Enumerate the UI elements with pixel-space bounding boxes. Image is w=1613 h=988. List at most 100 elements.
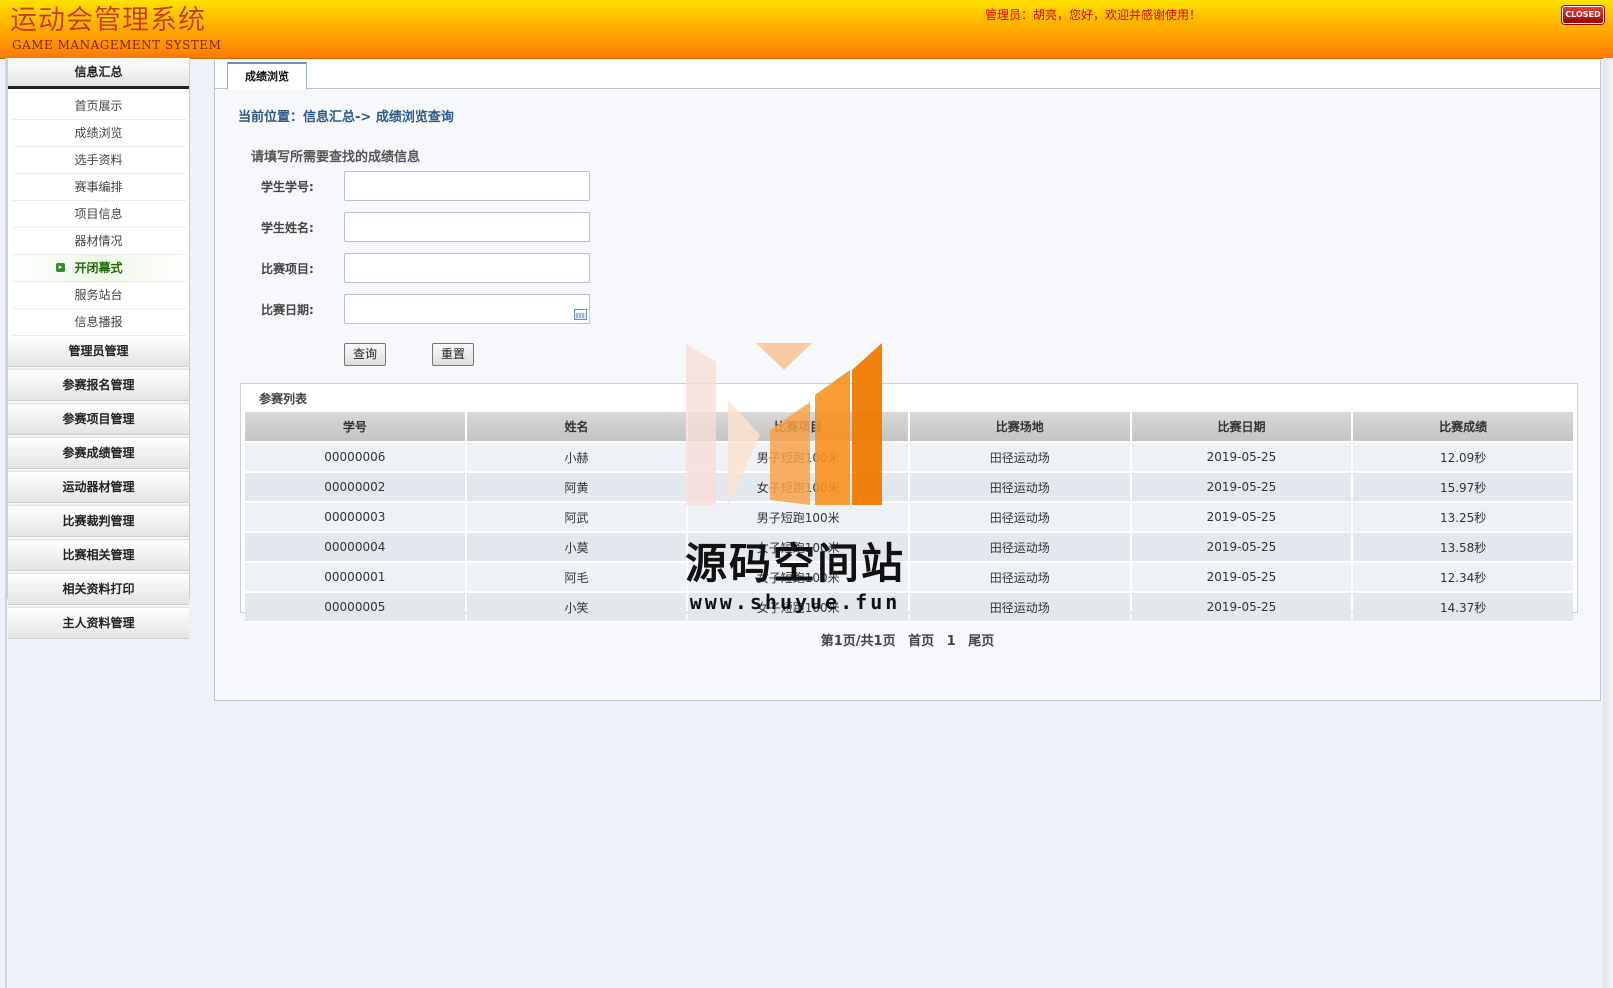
app-subtitle: GAME MANAGEMENT SYSTEM (12, 38, 222, 52)
sidebar-item-list: 首页展示 成绩浏览 选手资料 赛事编排 项目信息 器材情况 ▸ 开闭幕式 服务站… (8, 89, 189, 336)
main-panel: 成绩浏览 当前位置：信息汇总-> 成绩浏览查询 请填写所需要查找的成绩信息 学生… (214, 60, 1601, 701)
table-cell: 13.25秒 (1353, 503, 1573, 533)
sidebar-section-equipment-mgmt[interactable]: 运动器材管理 (8, 472, 189, 503)
table-cell: 女子短跑100米 (688, 533, 908, 563)
sidebar-section-owner-mgmt[interactable]: 主人资料管理 (8, 608, 189, 639)
calendar-icon[interactable] (574, 309, 587, 320)
column-header: 学号 (245, 412, 465, 443)
table-cell: 12.09秒 (1353, 443, 1573, 473)
table-cell: 00000001 (245, 563, 465, 593)
result-list: 参赛列表 学号 姓名 比赛项目 比赛场地 比赛日期 比赛成绩 00000006 … (240, 383, 1578, 623)
table-cell: 女子短跑100米 (688, 473, 908, 503)
column-header: 比赛场地 (909, 412, 1130, 443)
sidebar-section-registration[interactable]: 参赛报名管理 (8, 370, 189, 401)
table-cell: 2019-05-25 (1131, 563, 1352, 593)
page-info: 第1页/共1页 (820, 634, 896, 649)
column-header: 比赛成绩 (1353, 412, 1573, 443)
table-cell: 12.34秒 (1353, 563, 1573, 593)
tab-bar: 成绩浏览 (215, 60, 1600, 90)
table-cell: 小笑 (466, 593, 687, 623)
date-label: 比赛日期: (261, 303, 314, 317)
table-row: 00000004 小莫 女子短跑100米 田径运动场 2019-05-25 13… (245, 533, 1573, 563)
sidebar-item-players[interactable]: 选手资料 (12, 147, 185, 174)
table-cell: 女子短跑100米 (688, 563, 908, 593)
page-number-link[interactable]: 1 (947, 634, 956, 649)
table-cell: 小赫 (466, 443, 687, 473)
tab-score-browse[interactable]: 成绩浏览 (227, 62, 307, 90)
table-cell: 00000003 (245, 503, 465, 533)
table-cell: 2019-05-25 (1131, 473, 1352, 503)
sidebar-item-schedule[interactable]: 赛事编排 (12, 174, 185, 201)
table-cell: 00000004 (245, 533, 465, 563)
sidebar-item-scores[interactable]: 成绩浏览 (12, 120, 185, 147)
result-table: 学号 姓名 比赛项目 比赛场地 比赛日期 比赛成绩 00000006 小赫 男子… (243, 412, 1575, 623)
window-scrollbar[interactable] (1603, 58, 1613, 988)
query-button[interactable]: 查询 (344, 343, 387, 366)
event-label: 比赛项目: (261, 262, 314, 276)
table-cell: 田径运动场 (909, 443, 1130, 473)
welcome-message: 管理员：胡亮，您好，欢迎并感谢使用！ (985, 8, 1202, 22)
column-header: 姓名 (466, 412, 687, 443)
form-title: 请填写所需要查找的成绩信息 (251, 150, 421, 165)
table-row: 00000001 阿毛 女子短跑100米 田径运动场 2019-05-25 12… (245, 563, 1573, 593)
list-title: 参赛列表 (259, 392, 308, 406)
table-cell: 15.97秒 (1353, 473, 1573, 503)
pagination: 第1页/共1页 首页 1 尾页 (215, 630, 1600, 649)
table-cell: 小莫 (466, 533, 687, 563)
table-cell: 14.37秒 (1353, 593, 1573, 623)
table-cell: 13.58秒 (1353, 533, 1573, 563)
table-cell: 田径运动场 (909, 473, 1130, 503)
table-cell: 阿黄 (466, 473, 687, 503)
sidebar-item-broadcast[interactable]: 信息播报 (12, 309, 185, 336)
table-cell: 男子短跑100米 (688, 443, 908, 473)
column-header: 比赛日期 (1131, 412, 1352, 443)
table-cell: 男子短跑100米 (688, 503, 908, 533)
table-cell: 2019-05-25 (1131, 443, 1352, 473)
table-cell: 田径运动场 (909, 593, 1130, 623)
sidebar-section-related-mgmt[interactable]: 比赛相关管理 (8, 540, 189, 571)
sidebar-section-admin[interactable]: 管理员管理 (8, 336, 189, 367)
sidebar-item-events[interactable]: 项目信息 (12, 201, 185, 228)
column-header: 比赛项目 (688, 412, 908, 443)
table-row: 00000005 小笑 女子短跑100米 田径运动场 2019-05-25 14… (245, 593, 1573, 623)
date-input[interactable] (344, 294, 590, 324)
table-row: 00000006 小赫 男子短跑100米 田径运动场 2019-05-25 12… (245, 443, 1573, 473)
student-name-input[interactable] (344, 212, 590, 242)
sidebar-item-equipment[interactable]: 器材情况 (12, 228, 185, 255)
table-cell: 2019-05-25 (1131, 593, 1352, 623)
student-id-input[interactable] (344, 171, 590, 201)
table-row: 00000003 阿武 男子短跑100米 田径运动场 2019-05-25 13… (245, 503, 1573, 533)
table-cell: 阿毛 (466, 563, 687, 593)
sidebar-section-info[interactable]: 信息汇总 (8, 58, 189, 89)
table-header-row: 学号 姓名 比赛项目 比赛场地 比赛日期 比赛成绩 (245, 412, 1573, 443)
first-page-link[interactable]: 首页 (908, 634, 934, 649)
sidebar: 信息汇总 首页展示 成绩浏览 选手资料 赛事编排 项目信息 器材情况 ▸ 开闭幕… (7, 58, 190, 639)
sidebar-section-score-mgmt[interactable]: 参赛成绩管理 (8, 438, 189, 469)
table-cell: 田径运动场 (909, 563, 1130, 593)
table-row: 00000002 阿黄 女子短跑100米 田径运动场 2019-05-25 15… (245, 473, 1573, 503)
reset-button[interactable]: 重置 (432, 343, 475, 366)
student-name-label: 学生姓名: (261, 221, 314, 235)
app-title: 运动会管理系统 (10, 5, 206, 36)
event-input[interactable] (344, 253, 590, 283)
close-button[interactable]: CLOSED (1562, 6, 1604, 24)
last-page-link[interactable]: 尾页 (968, 634, 994, 649)
arrow-bullet-icon: ▸ (56, 263, 65, 272)
sidebar-item-service[interactable]: 服务站台 (12, 282, 185, 309)
sidebar-section-referee-mgmt[interactable]: 比赛裁判管理 (8, 506, 189, 537)
table-cell: 00000002 (245, 473, 465, 503)
table-cell: 阿武 (466, 503, 687, 533)
sidebar-section-print[interactable]: 相关资料打印 (8, 574, 189, 605)
breadcrumb: 当前位置：信息汇总-> 成绩浏览查询 (238, 110, 454, 125)
table-cell: 00000005 (245, 593, 465, 623)
sidebar-item-ceremony[interactable]: ▸ 开闭幕式 (12, 255, 185, 282)
sidebar-item-label: 开闭幕式 (74, 261, 123, 275)
table-cell: 00000006 (245, 443, 465, 473)
table-cell: 2019-05-25 (1131, 533, 1352, 563)
table-cell: 田径运动场 (909, 533, 1130, 563)
table-cell: 女子短跑100米 (688, 593, 908, 623)
table-cell: 田径运动场 (909, 503, 1130, 533)
sidebar-section-event-mgmt[interactable]: 参赛项目管理 (8, 404, 189, 435)
app-header: 运动会管理系统 GAME MANAGEMENT SYSTEM 管理员：胡亮，您好… (0, 0, 1613, 59)
sidebar-item-home[interactable]: 首页展示 (12, 93, 185, 120)
